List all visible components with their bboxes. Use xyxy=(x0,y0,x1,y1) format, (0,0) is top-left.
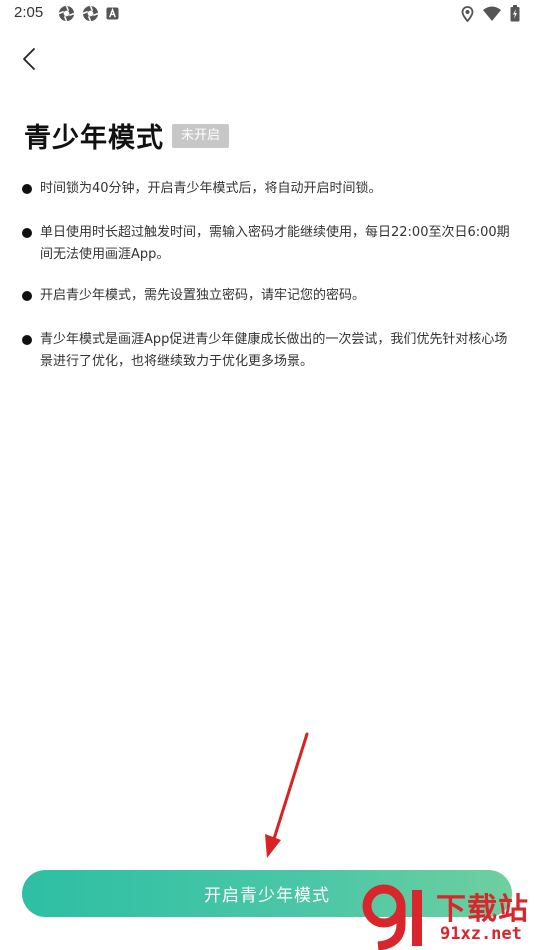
a-letter-icon xyxy=(106,7,119,20)
status-left-icons xyxy=(58,5,119,22)
rules-list: 时间锁为40分钟，开启青少年模式后，将自动开启时间锁。 单日使用时长超过触发时间… xyxy=(22,178,512,373)
status-right-icons xyxy=(461,5,520,22)
watermark-url: 91xz.net xyxy=(440,924,522,944)
status-badge: 未开启 xyxy=(172,123,230,148)
status-time: 2:05 xyxy=(14,4,44,21)
rule-item: 青少年模式是画涯App促进青少年健康成长做出的一次尝试，我们优先针对核心场景进行… xyxy=(22,329,512,373)
rule-text: 时间锁为40分钟，开启青少年模式后，将自动开启时间锁。 xyxy=(40,181,382,196)
status-bar: 2:05 xyxy=(0,0,534,28)
rule-text: 单日使用时长超过触发时间，需输入密码才能继续使用，每日22:00至次日6:00期… xyxy=(40,225,510,262)
title-row: 青少年模式 未开启 xyxy=(24,116,230,155)
bullet-dot xyxy=(22,228,32,238)
aperture-icon xyxy=(82,5,99,22)
aperture-icon xyxy=(58,5,75,22)
rule-item: 开启青少年模式，需先设置独立密码，请牢记您的密码。 xyxy=(22,285,512,307)
rule-text: 青少年模式是画涯App促进青少年健康成长做出的一次尝试，我们优先针对核心场景进行… xyxy=(40,332,508,369)
bullet-dot xyxy=(22,335,32,345)
back-arrow-icon xyxy=(23,48,35,70)
rule-text: 开启青少年模式，需先设置独立密码，请牢记您的密码。 xyxy=(40,288,366,303)
bullet-dot xyxy=(22,184,32,194)
back-button[interactable] xyxy=(14,44,44,74)
location-pin-icon xyxy=(461,5,474,22)
wifi-icon xyxy=(483,6,501,21)
enable-teen-mode-button[interactable]: 开启青少年模式 xyxy=(22,870,512,917)
rule-item: 单日使用时长超过触发时间，需输入密码才能继续使用，每日22:00至次日6:00期… xyxy=(22,222,512,266)
page-title: 青少年模式 xyxy=(24,123,164,154)
annotation-arrow-icon xyxy=(265,732,309,858)
battery-charging-icon xyxy=(510,5,520,22)
bullet-dot xyxy=(22,291,32,301)
rule-item: 时间锁为40分钟，开启青少年模式后，将自动开启时间锁。 xyxy=(22,178,512,200)
